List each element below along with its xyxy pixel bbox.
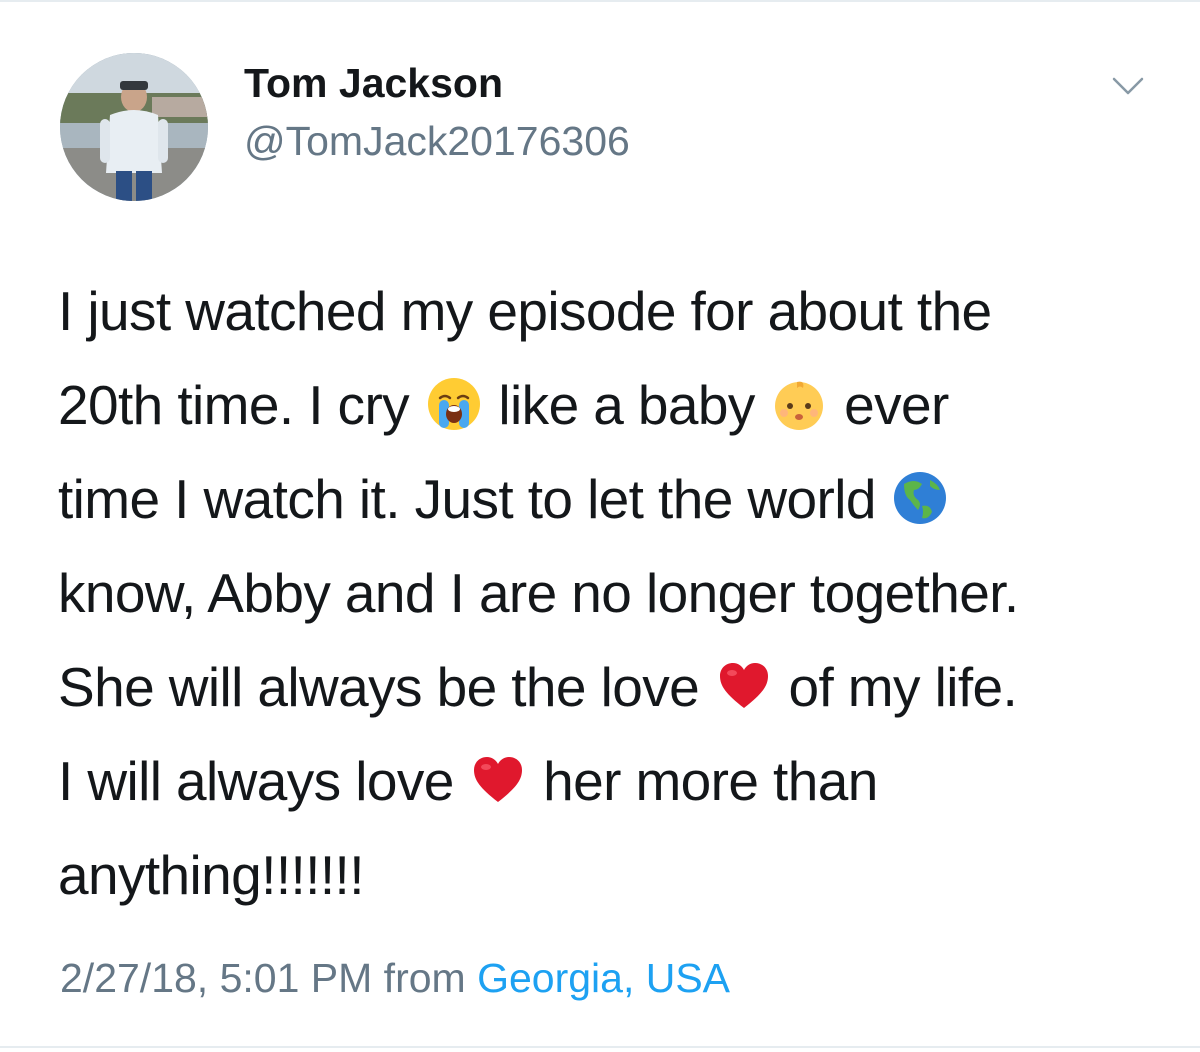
chevron-down-icon[interactable] <box>1110 74 1146 98</box>
bottom-divider <box>0 1046 1200 1048</box>
from-label: from <box>383 955 466 1001</box>
tweet-line: know, Abby and I are no longer together. <box>58 546 1168 640</box>
tweet-text-segment: She will always be the love <box>58 656 714 718</box>
tweet-text: I just watched my episode for about the 2… <box>58 264 1168 922</box>
user-display-name[interactable]: Tom Jackson <box>244 60 503 107</box>
tweet-text-segment: her more than <box>528 750 878 812</box>
tweet-text-segment: know, Abby and I are no longer together. <box>58 562 1019 624</box>
tweet-text-segment: ever <box>829 374 949 436</box>
tweet-line: I will always love her more than <box>58 734 1168 828</box>
tweet-timestamp: 2/27/18, 5:01 PM <box>60 955 373 1001</box>
red-heart-emoji <box>716 658 772 714</box>
loudly-crying-face-emoji <box>426 376 482 432</box>
tweet-text-segment: of my life. <box>773 656 1018 718</box>
tweet-text-segment: like a baby <box>483 374 770 436</box>
tweet-line: anything!!!!!!! <box>58 828 1168 922</box>
baby-face-emoji <box>771 376 827 432</box>
tweet-text-segment: I just watched my episode for about the <box>58 280 992 342</box>
tweet-text-segment: I will always love <box>58 750 469 812</box>
red-heart-emoji <box>470 752 526 808</box>
tweet-line: I just watched my episode for about the <box>58 264 1168 358</box>
user-handle[interactable]: @TomJack20176306 <box>244 118 630 165</box>
avatar-photo <box>60 53 208 201</box>
globe-americas-emoji <box>892 470 948 526</box>
tweet-line: 20th time. I cry like a baby ever <box>58 358 1168 452</box>
tweet-text-segment: 20th time. I cry <box>58 374 424 436</box>
tweet-line: time I watch it. Just to let the world <box>58 452 1168 546</box>
avatar[interactable] <box>60 53 208 201</box>
tweet-text-segment: anything!!!!!!! <box>58 844 365 906</box>
top-divider <box>0 0 1200 2</box>
tweet-line: She will always be the love of my life. <box>58 640 1168 734</box>
location-link[interactable]: Georgia, USA <box>477 955 730 1001</box>
tweet-meta: 2/27/18, 5:01 PM from Georgia, USA <box>60 955 730 1002</box>
tweet-text-segment: time I watch it. Just to let the world <box>58 468 891 530</box>
